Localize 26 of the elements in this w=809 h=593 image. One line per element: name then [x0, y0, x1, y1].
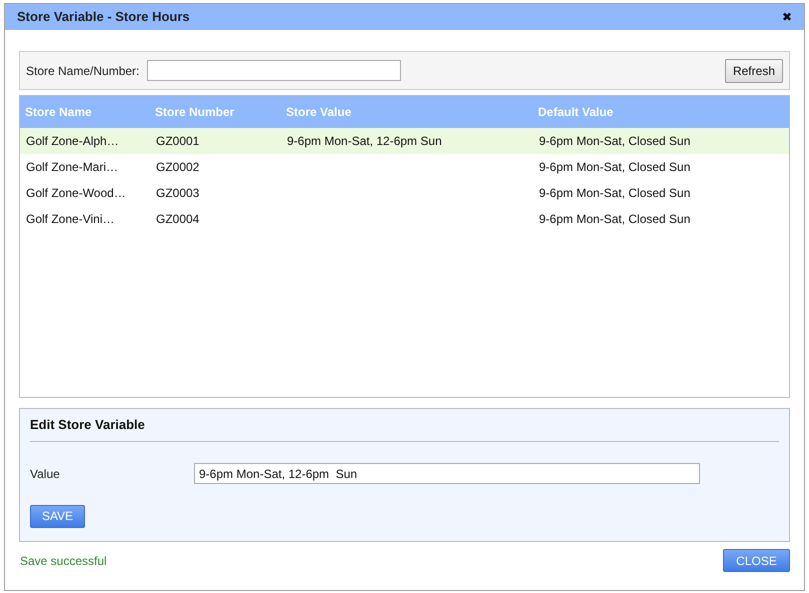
- search-field[interactable]: [147, 60, 402, 81]
- column-header: Store Value: [286, 105, 352, 119]
- table-cell: 9-6pm Mon-Sat, Closed Sun: [539, 160, 690, 174]
- column-header: Default Value: [538, 105, 614, 119]
- table-cell: Golf Zone-Alph…: [26, 134, 119, 148]
- table-cell: GZ0004: [156, 212, 200, 226]
- table-row[interactable]: Golf Zone-Alph… GZ0001 9-6pm Mon-Sat, 12-6pm Sun 9-6pm Mon-Sat, Closed Sun: [20, 128, 789, 154]
- column-header: Store Number: [155, 105, 234, 119]
- value-label: Value: [30, 466, 61, 482]
- table-cell: Golf Zone-Wood…: [26, 186, 126, 200]
- window-title: Store Variable - Store Hours: [17, 8, 190, 26]
- table-cell: 9-6pm Mon-Sat, Closed Sun: [539, 186, 690, 200]
- table-cell: GZ0002: [156, 160, 200, 174]
- table-cell: 9-6pm Mon-Sat, Closed Sun: [539, 212, 690, 226]
- panel-title: Edit Store Variable: [30, 416, 145, 434]
- status-message: Save successful: [19, 552, 107, 570]
- table-cell: GZ0001: [156, 134, 200, 148]
- table-cell: GZ0003: [156, 186, 200, 200]
- table-cell: 9-6pm Mon-Sat, Closed Sun: [539, 134, 690, 148]
- search-label: Store Name/Number:: [26, 62, 140, 80]
- table-cell: 9-6pm Mon-Sat, 12-6pm Sun: [287, 134, 442, 148]
- table-cell: Golf Zone-Vini…: [26, 212, 114, 226]
- table-cell: Golf Zone-Mari…: [26, 160, 118, 174]
- refresh-button[interactable]: Refresh: [724, 58, 783, 82]
- value-field[interactable]: 9-6pm Mon-Sat, 12-6pm Sun: [194, 463, 700, 484]
- column-header: Store Name: [25, 105, 92, 119]
